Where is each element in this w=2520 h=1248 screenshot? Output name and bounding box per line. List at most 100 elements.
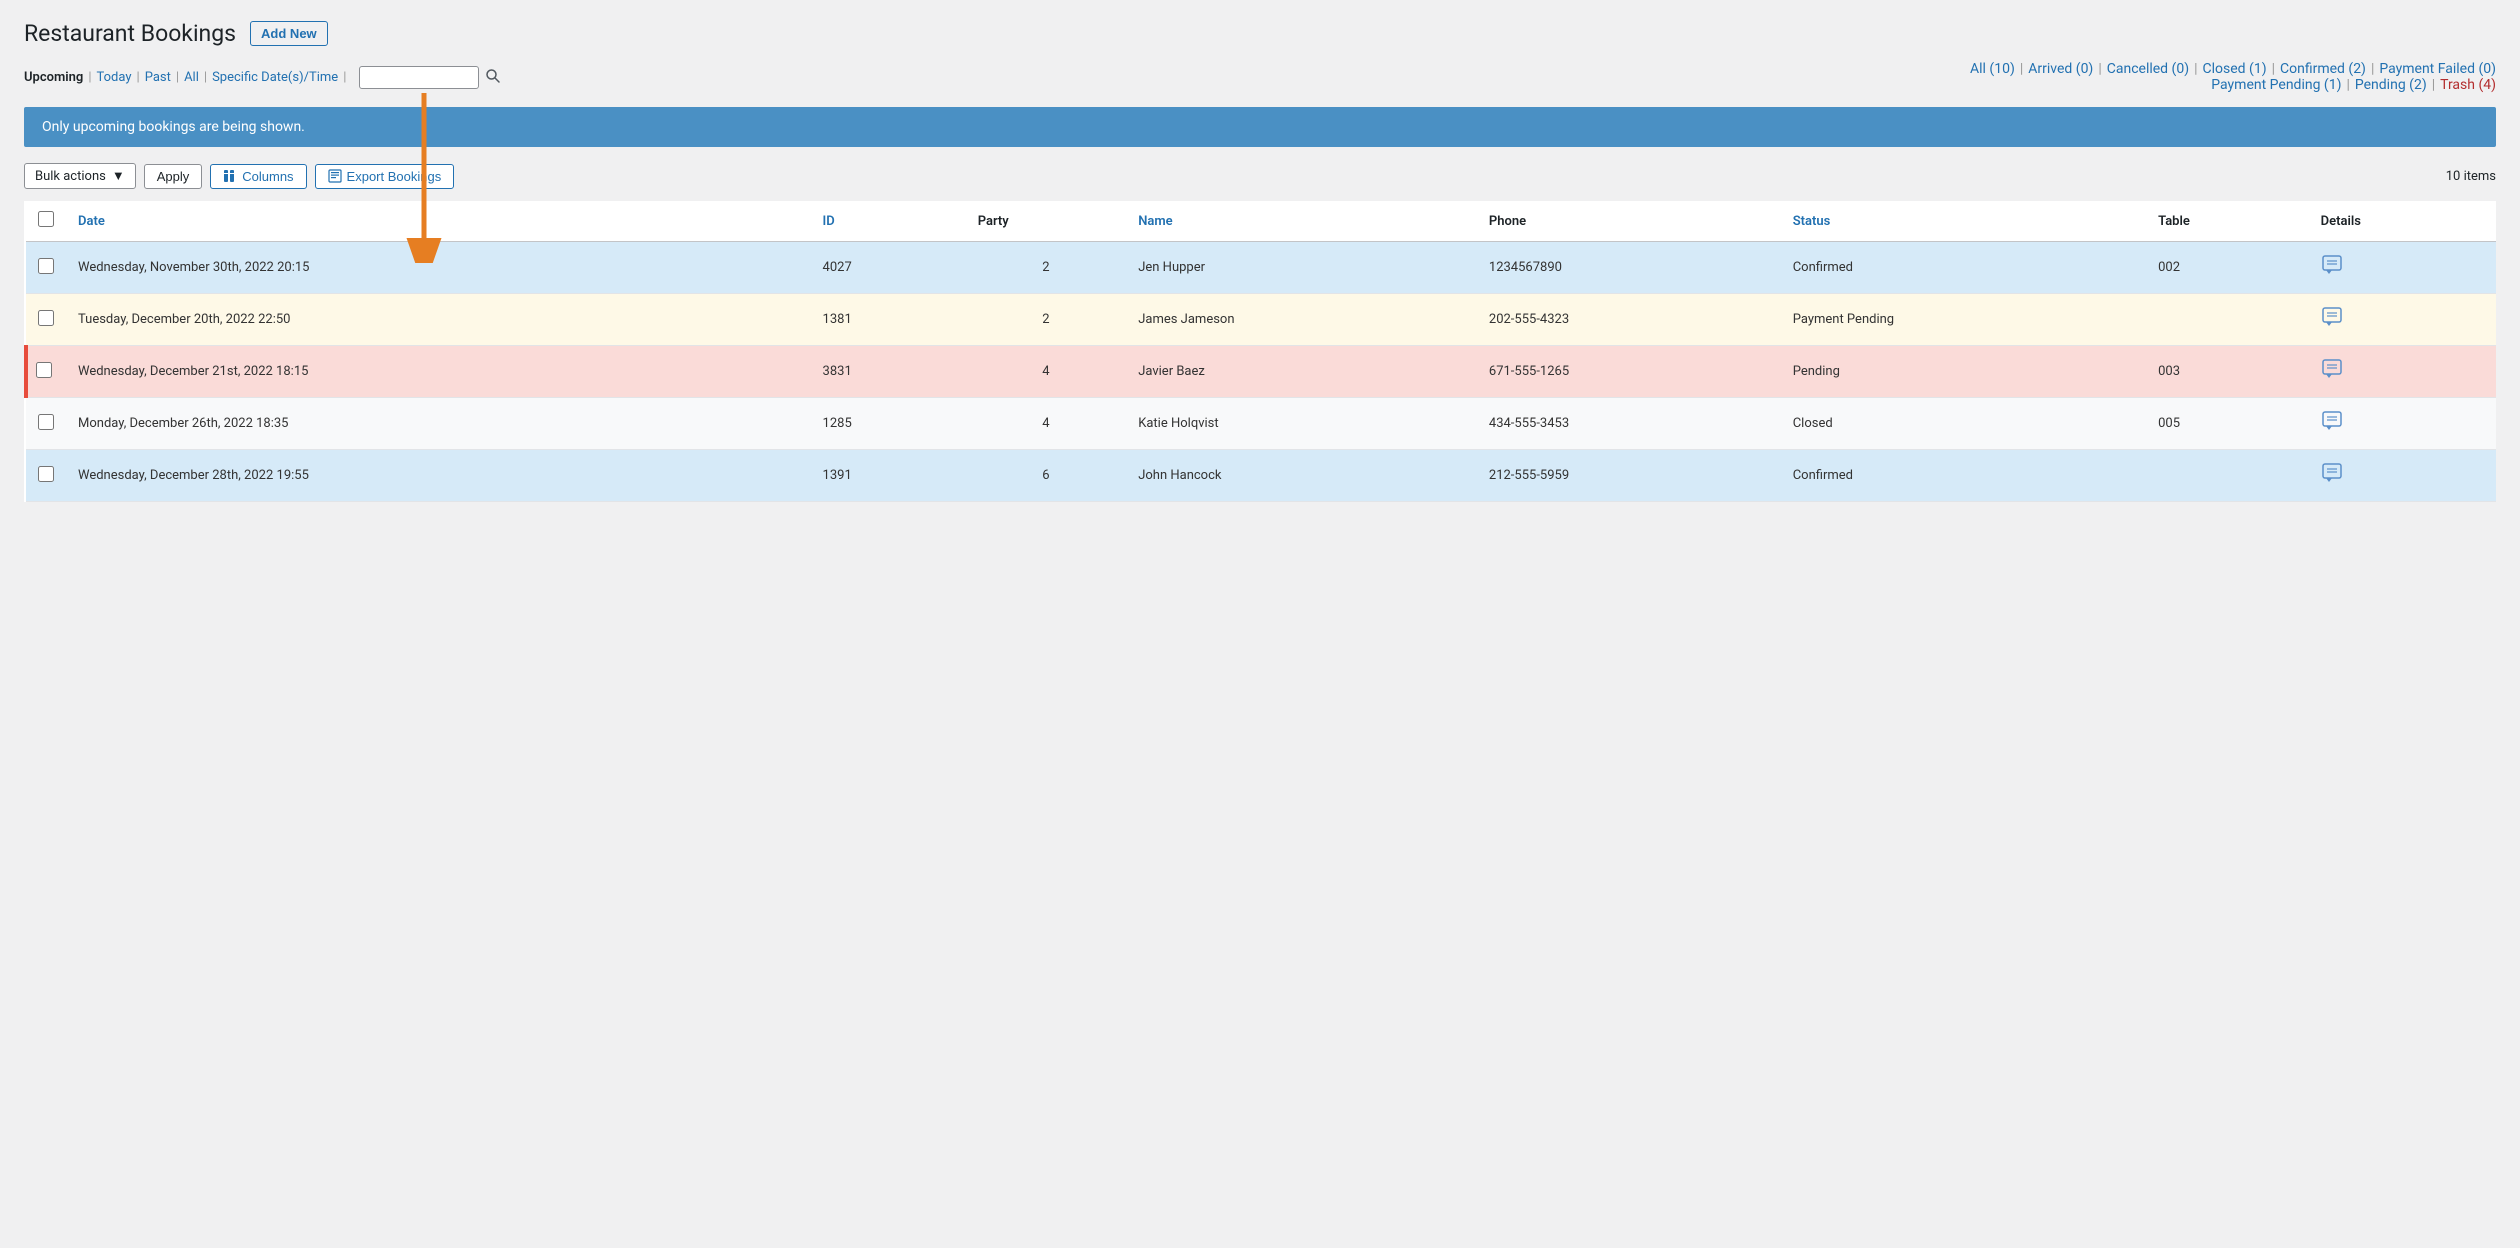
row-party: 6	[966, 450, 1127, 502]
row-table: 005	[2146, 398, 2309, 450]
bookings-table-container: Date ID Party Name Phone Status Table De…	[24, 201, 2496, 502]
row-date: Tuesday, December 20th, 2022 22:50	[66, 294, 811, 346]
status-closed[interactable]: Closed (1)	[2203, 61, 2267, 77]
comment-icon[interactable]	[2321, 306, 2343, 328]
row-table	[2146, 450, 2309, 502]
columns-label: Columns	[242, 169, 293, 184]
table-row: Monday, December 26th, 2022 18:35 1285 4…	[26, 398, 2496, 450]
bookings-table: Date ID Party Name Phone Status Table De…	[24, 201, 2496, 502]
row-status: Confirmed	[1781, 450, 2146, 502]
row-checkbox[interactable]	[38, 258, 54, 274]
row-phone: 202-555-4323	[1477, 294, 1781, 346]
comment-icon[interactable]	[2321, 358, 2343, 380]
row-details[interactable]	[2309, 242, 2496, 294]
export-icon	[328, 169, 342, 183]
row-id: 1391	[811, 450, 966, 502]
status-pending[interactable]: Pending (2)	[2355, 77, 2427, 93]
row-table	[2146, 294, 2309, 346]
row-details[interactable]	[2309, 398, 2496, 450]
comment-icon[interactable]	[2321, 254, 2343, 276]
select-all-header[interactable]	[26, 201, 66, 242]
row-status: Payment Pending	[1781, 294, 2146, 346]
row-status: Closed	[1781, 398, 2146, 450]
row-phone: 1234567890	[1477, 242, 1781, 294]
items-count: 10 items	[2446, 169, 2496, 184]
row-checkbox-cell[interactable]	[26, 242, 66, 294]
col-name[interactable]: Name	[1126, 201, 1477, 242]
select-all-checkbox[interactable]	[38, 211, 54, 227]
filter-today[interactable]: Today	[97, 70, 132, 85]
row-status: Confirmed	[1781, 242, 2146, 294]
row-checkbox-cell[interactable]	[26, 346, 66, 398]
toolbar: Bulk actions ▼ Apply Columns	[24, 163, 2496, 189]
col-phone: Phone	[1477, 201, 1781, 242]
row-id: 4027	[811, 242, 966, 294]
row-phone: 671-555-1265	[1477, 346, 1781, 398]
row-details[interactable]	[2309, 346, 2496, 398]
row-details[interactable]	[2309, 450, 2496, 502]
separator: |	[137, 70, 140, 85]
status-cancelled[interactable]: Cancelled (0)	[2107, 61, 2189, 77]
status-arrived[interactable]: Arrived (0)	[2028, 61, 2093, 77]
toolbar-left: Bulk actions ▼ Apply Columns	[24, 163, 454, 189]
bulk-actions-label: Bulk actions	[35, 169, 106, 184]
row-checkbox[interactable]	[36, 362, 52, 378]
filter-left: Upcoming | Today | Past | All | Specific…	[24, 66, 503, 89]
info-banner: Only upcoming bookings are being shown.	[24, 107, 2496, 147]
col-id[interactable]: ID	[811, 201, 966, 242]
comment-icon[interactable]	[2321, 410, 2343, 432]
row-name: Javier Baez	[1126, 346, 1477, 398]
filter-specific-date[interactable]: Specific Date(s)/Time	[212, 70, 338, 85]
page-title: Restaurant Bookings	[24, 20, 236, 47]
search-button[interactable]	[483, 66, 503, 89]
apply-button[interactable]: Apply	[144, 164, 203, 189]
status-payment-pending[interactable]: Payment Pending (1)	[2211, 77, 2341, 93]
filter-all[interactable]: All	[184, 70, 199, 85]
chevron-down-icon: ▼	[112, 168, 125, 184]
col-status[interactable]: Status	[1781, 201, 2146, 242]
export-button[interactable]: Export Bookings	[315, 164, 455, 189]
row-checkbox[interactable]	[38, 466, 54, 482]
separator: |	[204, 70, 207, 85]
row-party: 2	[966, 242, 1127, 294]
row-checkbox-cell[interactable]	[26, 294, 66, 346]
row-table: 002	[2146, 242, 2309, 294]
row-checkbox[interactable]	[38, 310, 54, 326]
row-id: 1381	[811, 294, 966, 346]
row-phone: 434-555-3453	[1477, 398, 1781, 450]
row-status: Pending	[1781, 346, 2146, 398]
columns-button[interactable]: Columns	[210, 164, 306, 189]
filter-search	[359, 66, 503, 89]
separator: |	[176, 70, 179, 85]
filter-upcoming[interactable]: Upcoming	[24, 70, 83, 85]
status-payment-failed[interactable]: Payment Failed (0)	[2379, 61, 2496, 77]
separator: |	[88, 70, 91, 85]
table-row: Wednesday, December 28th, 2022 19:55 139…	[26, 450, 2496, 502]
row-table: 003	[2146, 346, 2309, 398]
row-checkbox-cell[interactable]	[26, 450, 66, 502]
row-date: Wednesday, December 28th, 2022 19:55	[66, 450, 811, 502]
status-trash[interactable]: Trash (4)	[2440, 77, 2496, 93]
row-checkbox-cell[interactable]	[26, 398, 66, 450]
col-date[interactable]: Date	[66, 201, 811, 242]
row-details[interactable]	[2309, 294, 2496, 346]
status-all[interactable]: All (10)	[1970, 61, 2015, 77]
table-row: Wednesday, November 30th, 2022 20:15 402…	[26, 242, 2496, 294]
add-new-button[interactable]: Add New	[250, 21, 328, 46]
row-checkbox[interactable]	[38, 414, 54, 430]
row-party: 4	[966, 346, 1127, 398]
status-confirmed[interactable]: Confirmed (2)	[2280, 61, 2366, 77]
bulk-actions-dropdown[interactable]: Bulk actions ▼	[24, 163, 136, 189]
comment-icon[interactable]	[2321, 462, 2343, 484]
row-name: James Jameson	[1126, 294, 1477, 346]
row-party: 2	[966, 294, 1127, 346]
row-date: Wednesday, November 30th, 2022 20:15	[66, 242, 811, 294]
col-table: Table	[2146, 201, 2309, 242]
filter-past[interactable]: Past	[145, 70, 171, 85]
row-date: Monday, December 26th, 2022 18:35	[66, 398, 811, 450]
columns-icon	[223, 169, 237, 183]
row-name: Katie Holqvist	[1126, 398, 1477, 450]
table-body: Wednesday, November 30th, 2022 20:15 402…	[26, 242, 2496, 502]
search-input[interactable]	[359, 66, 479, 89]
search-icon	[485, 68, 501, 84]
